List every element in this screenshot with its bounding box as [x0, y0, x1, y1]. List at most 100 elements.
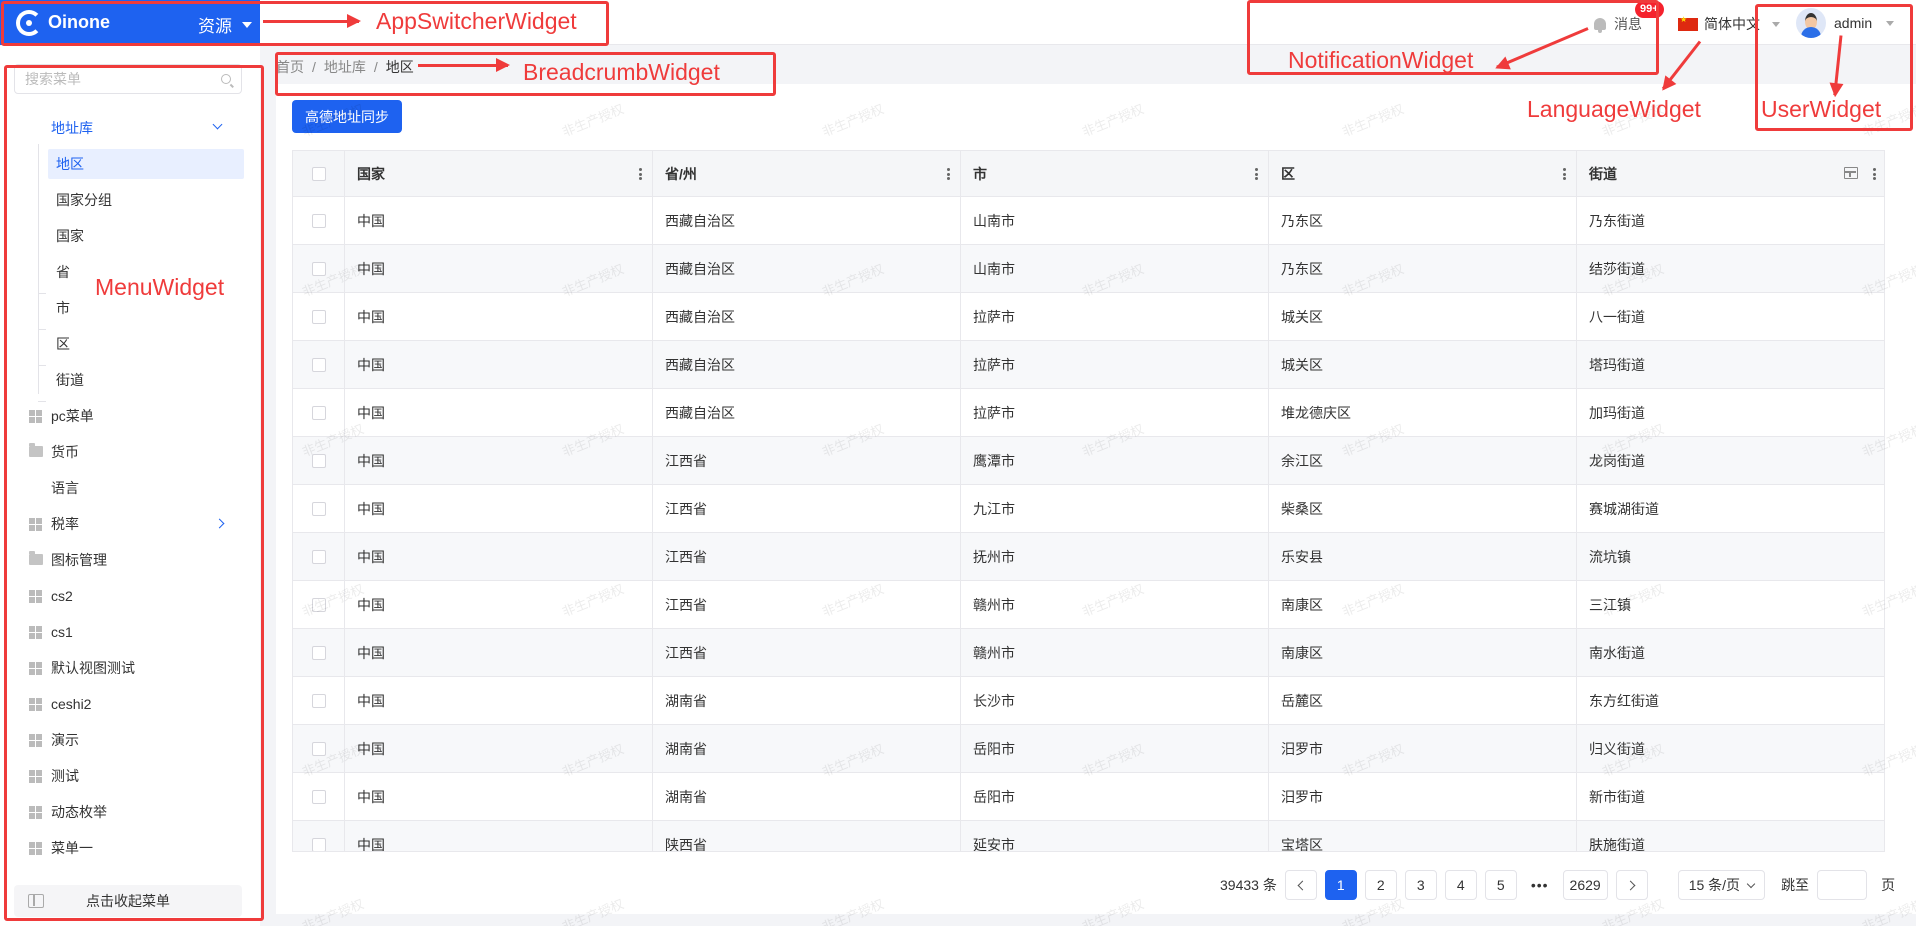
- menu-item-pc[interactable]: pc菜单: [0, 401, 260, 431]
- menu-sub-item-province[interactable]: 省: [48, 257, 244, 287]
- menu-item-default-view-test[interactable]: 默认视图测试: [0, 653, 260, 683]
- menu-item-cs2[interactable]: cs2: [0, 581, 260, 611]
- row-checkbox[interactable]: [311, 646, 326, 660]
- table-row[interactable]: 中国 江西省 九江市 柴桑区 赛城湖街道: [293, 485, 1884, 533]
- table-row[interactable]: 中国 西藏自治区 拉萨市 城关区 八一街道: [293, 293, 1884, 341]
- more-vertical-icon[interactable]: [639, 168, 642, 180]
- caret-down-icon: [1772, 21, 1780, 27]
- cell-value: 三江镇: [1589, 597, 1631, 613]
- menu-sub-item-country[interactable]: 国家: [48, 221, 244, 251]
- cell-value: 归义街道: [1589, 741, 1645, 757]
- menu-item-currency[interactable]: 货币: [0, 437, 260, 467]
- row-checkbox[interactable]: [311, 550, 326, 564]
- menu-sub-item-region[interactable]: 地区: [48, 149, 244, 179]
- page-size-select[interactable]: 15 条/页: [1677, 870, 1766, 900]
- select-all-checkbox[interactable]: [311, 167, 326, 181]
- collapse-menu-button[interactable]: 点击收起菜单: [14, 885, 242, 917]
- table-row[interactable]: 中国 江西省 鹰潭市 余江区 龙岗街道: [293, 437, 1884, 485]
- table-row[interactable]: 中国 陕西省 延安市 宝塔区 肤施街道: [293, 821, 1884, 851]
- row-checkbox[interactable]: [311, 358, 326, 372]
- row-checkbox[interactable]: [311, 310, 326, 324]
- table-row[interactable]: 中国 西藏自治区 拉萨市 堆龙德庆区 加玛街道: [293, 389, 1884, 437]
- menu-item-test[interactable]: 测试: [0, 761, 260, 791]
- page-button-3[interactable]: 3: [1404, 870, 1437, 900]
- row-checkbox[interactable]: [311, 742, 326, 756]
- column-header-city[interactable]: 市: [961, 151, 1269, 197]
- language-widget[interactable]: 简体中文: [1678, 14, 1780, 34]
- breadcrumb-address-library[interactable]: 地址库: [324, 57, 366, 77]
- column-header-street[interactable]: 街道: [1577, 151, 1884, 197]
- table-row[interactable]: 中国 江西省 抚州市 乐安县 流坑镇: [293, 533, 1884, 581]
- menu-sub-item-city[interactable]: 市: [48, 293, 244, 323]
- cell-value: 赣州市: [973, 597, 1015, 613]
- menu-item-dynamic-enum[interactable]: 动态枚举: [0, 797, 260, 827]
- table-cell: 江西省: [653, 533, 961, 581]
- more-vertical-icon[interactable]: [1873, 168, 1876, 180]
- row-checkbox[interactable]: [311, 454, 326, 468]
- table-cell: 岳麓区: [1269, 677, 1577, 725]
- column-header-country[interactable]: 国家: [345, 151, 653, 197]
- row-select-cell: [293, 677, 345, 725]
- more-vertical-icon[interactable]: [947, 168, 950, 180]
- table-row[interactable]: 中国 西藏自治区 山南市 乃东区 结莎街道: [293, 245, 1884, 293]
- page-button-1[interactable]: 1: [1324, 870, 1357, 900]
- table-row[interactable]: 中国 湖南省 岳阳市 汨罗市 归义街道: [293, 725, 1884, 773]
- row-checkbox[interactable]: [311, 790, 326, 804]
- row-checkbox[interactable]: [311, 838, 326, 851]
- row-checkbox[interactable]: [311, 502, 326, 516]
- app-name-dropdown[interactable]: 资源: [198, 12, 252, 37]
- app-switcher[interactable]: Oinone 资源: [0, 0, 260, 45]
- page-button-5[interactable]: 5: [1484, 870, 1517, 900]
- notification-widget[interactable]: 消息: [1594, 14, 1642, 34]
- more-vertical-icon[interactable]: [1255, 168, 1258, 180]
- more-vertical-icon[interactable]: [1563, 168, 1566, 180]
- table-row[interactable]: 中国 江西省 赣州市 南康区 南水街道: [293, 629, 1884, 677]
- chevron-right-icon: [1625, 880, 1636, 890]
- table-cell: 加玛街道: [1577, 389, 1884, 437]
- table-cell: 赣州市: [961, 629, 1269, 677]
- table-row[interactable]: 中国 江西省 赣州市 南康区 三江镇: [293, 581, 1884, 629]
- logo: Oinone: [16, 9, 110, 36]
- row-checkbox[interactable]: [311, 214, 326, 228]
- cell-value: 结莎街道: [1589, 261, 1645, 277]
- column-header-district[interactable]: 区: [1269, 151, 1577, 197]
- menu-sub-item-district[interactable]: 区: [48, 329, 244, 359]
- jump-page-input[interactable]: [1817, 870, 1868, 900]
- prev-page-button[interactable]: [1284, 870, 1317, 900]
- table-cell: 八一街道: [1577, 293, 1884, 341]
- column-header-province[interactable]: 省/州: [653, 151, 961, 197]
- menu-item-menu-one[interactable]: 菜单一: [0, 833, 260, 863]
- breadcrumb-home[interactable]: 首页: [276, 57, 304, 77]
- menu-search-input[interactable]: [25, 71, 205, 87]
- amap-sync-button[interactable]: 高德地址同步: [292, 100, 402, 133]
- page-ellipsis[interactable]: •••: [1524, 870, 1555, 900]
- table-cell: 陕西省: [653, 821, 961, 851]
- menu-item-icon-management[interactable]: 图标管理: [0, 545, 260, 575]
- menu-item-ceshi2[interactable]: ceshi2: [0, 689, 260, 719]
- menu-item-cs1[interactable]: cs1: [0, 617, 260, 647]
- next-page-button[interactable]: [1615, 870, 1648, 900]
- table-cell: 湖南省: [653, 677, 961, 725]
- menu-item-tax-rate[interactable]: 税率: [0, 509, 260, 539]
- row-checkbox[interactable]: [311, 694, 326, 708]
- page-button-2[interactable]: 2: [1364, 870, 1397, 900]
- search-icon[interactable]: [221, 74, 231, 84]
- column-settings-icon[interactable]: [1844, 167, 1858, 179]
- menu-item-demo[interactable]: 演示: [0, 725, 260, 755]
- row-checkbox[interactable]: [311, 406, 326, 420]
- table-row[interactable]: 中国 湖南省 长沙市 岳麓区 东方红街道: [293, 677, 1884, 725]
- table-row[interactable]: 中国 西藏自治区 拉萨市 城关区 塔玛街道: [293, 341, 1884, 389]
- user-widget[interactable]: admin: [1796, 8, 1895, 38]
- menu-item-language[interactable]: 语言: [0, 473, 260, 503]
- row-checkbox[interactable]: [311, 262, 326, 276]
- cell-value: 长沙市: [973, 693, 1015, 709]
- page-button-last[interactable]: 2629: [1562, 870, 1608, 900]
- table-cell: 西藏自治区: [653, 389, 961, 437]
- menu-sub-item-street[interactable]: 街道: [48, 365, 244, 395]
- menu-group-address-library[interactable]: 地址库: [0, 113, 260, 143]
- row-checkbox[interactable]: [311, 598, 326, 612]
- table-row[interactable]: 中国 湖南省 岳阳市 汨罗市 新市街道: [293, 773, 1884, 821]
- page-button-4[interactable]: 4: [1444, 870, 1477, 900]
- table-row[interactable]: 中国 西藏自治区 山南市 乃东区 乃东街道: [293, 197, 1884, 245]
- menu-sub-item-country-group[interactable]: 国家分组: [48, 185, 244, 215]
